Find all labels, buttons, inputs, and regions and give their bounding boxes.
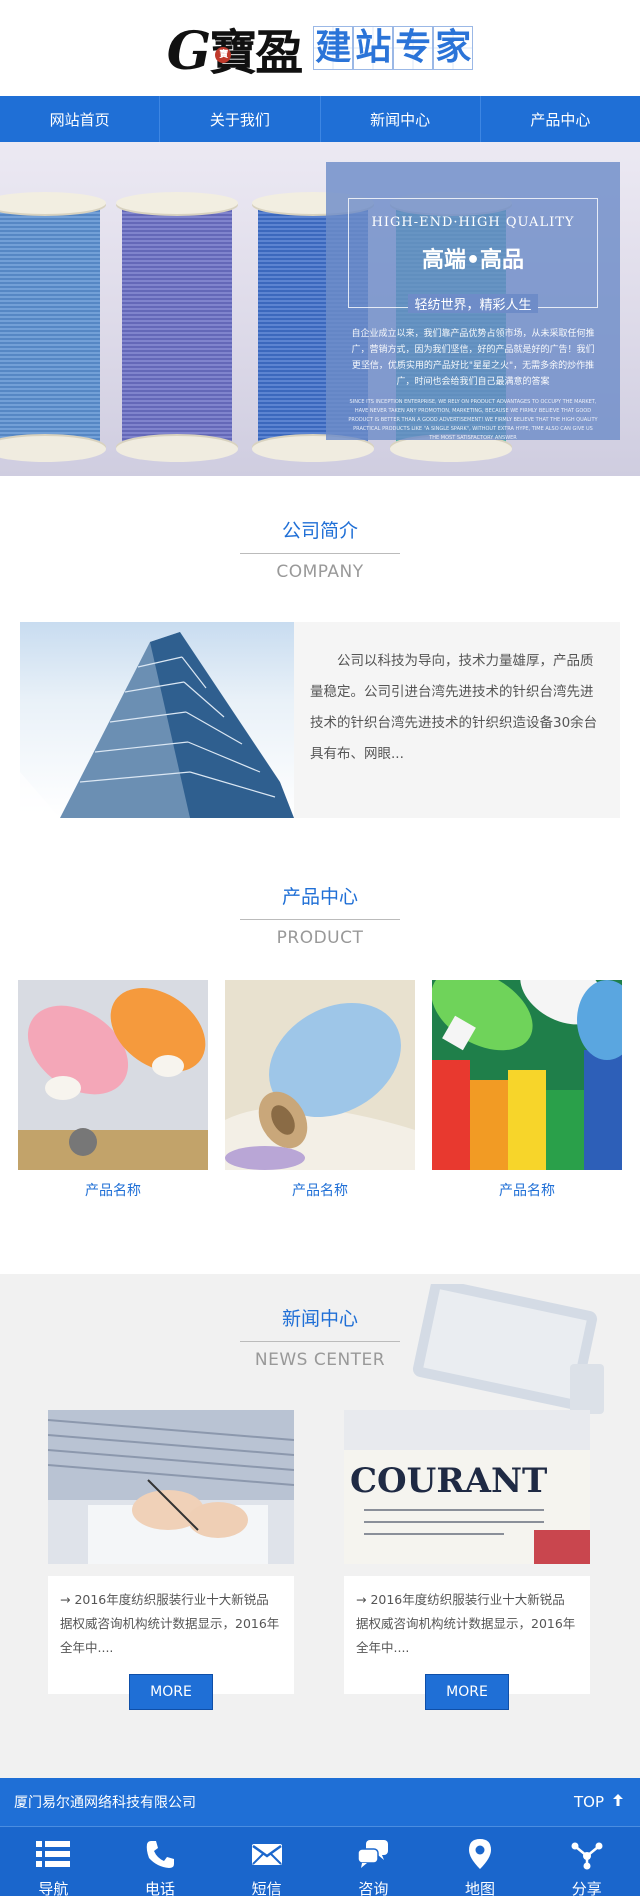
news-title[interactable]: → 2016年度纺织服装行业十大新锐品 xyxy=(356,1588,580,1612)
logo-char: 专 xyxy=(393,26,434,70)
product-card[interactable]: 产品名称 xyxy=(18,980,208,1200)
news-card[interactable]: COURANT → 2016年度纺织服装行业十大新锐品 据权威咨询机构统计数据显… xyxy=(344,1410,590,1710)
banner-cn-title: 高端•高品 xyxy=(421,248,525,273)
title-divider xyxy=(240,1341,400,1342)
share-icon xyxy=(570,1838,604,1874)
logo-char: 建 xyxy=(313,26,354,70)
map-pin-icon xyxy=(463,1838,497,1874)
news-image-handshake xyxy=(48,1410,294,1564)
nav-item-about[interactable]: 关于我们 xyxy=(160,96,321,142)
product-name[interactable]: 产品名称 xyxy=(432,1180,622,1200)
news-grid: → 2016年度纺织服装行业十大新锐品 据权威咨询机构统计数据显示，2016年全… xyxy=(0,1370,640,1710)
banner-text-panel: HIGH-END·HIGH QUALITY 高端•高品 轻纺世界，精彩人生 自企… xyxy=(326,162,620,441)
site-header: G寶盈 寶 建 站 专 家 xyxy=(0,0,640,96)
company-section-title: 公司简介 COMPANY xyxy=(0,516,640,582)
mail-icon xyxy=(250,1838,284,1874)
building-image xyxy=(20,622,294,818)
tab-label: 导航 xyxy=(38,1880,69,1896)
tab-sms[interactable]: 短信 xyxy=(213,1827,320,1896)
news-image-newspaper: COURANT xyxy=(344,1410,590,1564)
product-section-title: 产品中心 PRODUCT xyxy=(0,882,640,948)
tab-nav[interactable]: 导航 xyxy=(0,1827,107,1896)
nav-item-news[interactable]: 新闻中心 xyxy=(321,96,481,142)
product-card[interactable]: 产品名称 xyxy=(432,980,622,1200)
banner-en-title: HIGH-END·HIGH QUALITY xyxy=(371,215,575,230)
tab-consult[interactable]: 咨询 xyxy=(320,1827,427,1896)
company-section: 公司简介 COMPANY 公司以科技为导向，技术力量雄厚，产品质量稳定。公司引进… xyxy=(0,476,640,848)
footer-bar: 厦门易尔通网络科技有限公司 TOP xyxy=(0,1778,640,1826)
logo-calligraphy: G寶盈 寶 xyxy=(166,21,303,82)
product-section: 产品中心 PRODUCT 产品名称 产品名称 产品名称 xyxy=(0,848,640,1200)
top-label: TOP xyxy=(573,1793,604,1811)
tab-label: 短信 xyxy=(251,1880,282,1896)
bottom-tabbar: 导航 电话 短信 咨询 地图 分享 xyxy=(0,1826,640,1896)
product-card[interactable]: 产品名称 xyxy=(225,980,415,1200)
thread-spool-image xyxy=(0,192,106,462)
more-button[interactable]: MORE xyxy=(129,1674,213,1710)
product-name[interactable]: 产品名称 xyxy=(18,1180,208,1200)
banner-body: 自企业成立以来，我们靠产品优势占领市场，从未采取任何推广，营销方式，因为我们坚信… xyxy=(351,329,595,387)
tab-label: 地图 xyxy=(465,1880,496,1896)
banner-subtitle: 轻纺世界，精彩人生 xyxy=(408,294,538,313)
back-to-top-button[interactable]: TOP xyxy=(574,1793,624,1811)
arrow-up-icon xyxy=(612,1793,624,1811)
phone-icon xyxy=(143,1838,177,1874)
product-image xyxy=(18,980,208,1170)
hero-banner: HIGH-END·HIGH QUALITY 高端•高品 轻纺世界，精彩人生 自企… xyxy=(0,142,640,476)
section-title-cn: 产品中心 xyxy=(281,886,358,908)
news-card[interactable]: → 2016年度纺织服装行业十大新锐品 据权威咨询机构统计数据显示，2016年全… xyxy=(48,1410,294,1710)
footer-company-name: 厦门易尔通网络科技有限公司 xyxy=(14,1795,196,1811)
section-title-en: PRODUCT xyxy=(276,928,364,948)
product-grid: 产品名称 产品名称 产品名称 xyxy=(0,948,640,1200)
banner-frame: HIGH-END·HIGH QUALITY 高端•高品 轻纺世界，精彩人生 xyxy=(348,198,598,313)
company-intro-card[interactable]: 公司以科技为导向，技术力量雄厚，产品质量稳定。公司引进台湾先进技术的针织台湾先进… xyxy=(20,622,620,818)
news-excerpt: 据权威咨询机构统计数据显示，2016年全年中.... xyxy=(60,1616,280,1655)
tab-phone[interactable]: 电话 xyxy=(107,1827,214,1896)
newspaper-masthead: COURANT xyxy=(350,1461,547,1501)
tab-label: 分享 xyxy=(571,1880,602,1896)
product-image xyxy=(432,980,622,1170)
nav-item-home[interactable]: 网站首页 xyxy=(0,96,161,142)
product-image xyxy=(225,980,415,1170)
logo-char: 家 xyxy=(433,26,474,70)
main-nav: 网站首页 关于我们 新闻中心 产品中心 xyxy=(0,96,640,142)
company-intro-text: 公司以科技为导向，技术力量雄厚，产品质量稳定。公司引进台湾先进技术的针织台湾先进… xyxy=(310,653,598,762)
news-title[interactable]: → 2016年度纺织服装行业十大新锐品 xyxy=(60,1588,284,1612)
tab-label: 电话 xyxy=(145,1880,176,1896)
banner-en-body: Since its inception enterprise, we rely … xyxy=(348,399,598,441)
logo-seal: 寶 xyxy=(214,47,231,63)
news-excerpt: 据权威咨询机构统计数据显示，2016年全年中.... xyxy=(356,1616,576,1655)
section-title-en: COMPANY xyxy=(276,562,364,582)
nav-item-products[interactable]: 产品中心 xyxy=(481,96,640,142)
menu-icon xyxy=(36,1838,71,1874)
more-button[interactable]: MORE xyxy=(425,1674,509,1710)
site-logo[interactable]: G寶盈 寶 建 站 专 家 xyxy=(166,13,474,83)
product-name[interactable]: 产品名称 xyxy=(225,1180,415,1200)
logo-char: 站 xyxy=(353,26,394,70)
news-section: 新闻中心 NEWS CENTER → 2016年度纺织服装行业十大新锐品 据权威… xyxy=(0,1274,640,1778)
tab-label: 咨询 xyxy=(358,1880,389,1896)
title-divider xyxy=(240,919,400,920)
tab-map[interactable]: 地图 xyxy=(427,1827,534,1896)
title-divider xyxy=(240,553,400,554)
logo-slogan: 建 站 专 家 xyxy=(313,26,474,70)
tab-share[interactable]: 分享 xyxy=(533,1827,640,1896)
chat-icon xyxy=(356,1838,390,1874)
section-title-cn: 公司简介 xyxy=(281,520,358,542)
thread-spool-image xyxy=(116,192,238,462)
